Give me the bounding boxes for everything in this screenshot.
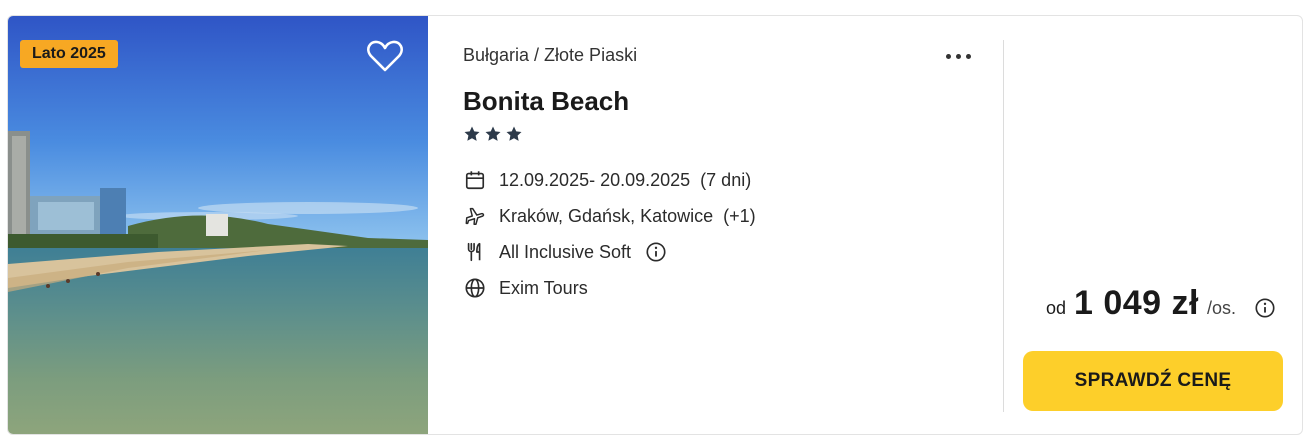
- star-icon: [464, 126, 480, 141]
- departures-more[interactable]: (+1): [723, 206, 756, 227]
- duration-text: (7 dni): [700, 169, 752, 190]
- price-suffix: /os.: [1206, 298, 1236, 318]
- star-icon: [506, 126, 522, 141]
- season-badge: Lato 2025: [20, 40, 118, 68]
- calendar-icon: [463, 168, 487, 192]
- dates-text: 12.09.2025- 20.09.2025: [499, 169, 691, 190]
- departures-row: Kraków, Gdańsk, Katowice (+1): [463, 204, 756, 228]
- board-text: All Inclusive Soft: [499, 241, 632, 262]
- price-amount: 1 049 zł: [1074, 284, 1199, 322]
- info-icon[interactable]: [645, 241, 667, 263]
- departures-text: Kraków, Gdańsk, Katowice: [499, 205, 714, 226]
- plane-icon: [463, 204, 487, 228]
- board-row: All Inclusive Soft: [463, 240, 667, 264]
- star-rating: [463, 125, 523, 143]
- price-prefix: od: [1045, 298, 1066, 318]
- dates-row: 12.09.2025- 20.09.2025 (7 dni): [463, 168, 751, 192]
- operator-row: Exim Tours: [463, 276, 588, 300]
- more-dots-icon[interactable]: [946, 47, 980, 65]
- divider: [1003, 40, 1004, 412]
- offer-info: Bułgaria / Złote Piaski Bonita Beach 12.…: [463, 16, 1003, 434]
- hotel-name[interactable]: Bonita Beach: [463, 86, 629, 117]
- heart-icon[interactable]: [366, 38, 404, 74]
- location-breadcrumb[interactable]: Bułgaria / Złote Piaski: [463, 45, 637, 66]
- check-price-button[interactable]: SPRAWDŹ CENĘ: [1023, 351, 1283, 411]
- globe-icon: [463, 276, 487, 300]
- beach-image: [8, 16, 428, 434]
- offer-card[interactable]: Lato 2025 Bułgaria / Złote Piaski Bonita…: [7, 15, 1303, 435]
- price-info-icon[interactable]: [1254, 297, 1276, 319]
- cutlery-icon: [463, 240, 487, 264]
- hotel-photo[interactable]: Lato 2025: [8, 16, 428, 434]
- operator-text[interactable]: Exim Tours: [499, 278, 588, 299]
- star-icon: [485, 126, 501, 141]
- price-block: od 1 049 zł /os.: [1046, 284, 1276, 323]
